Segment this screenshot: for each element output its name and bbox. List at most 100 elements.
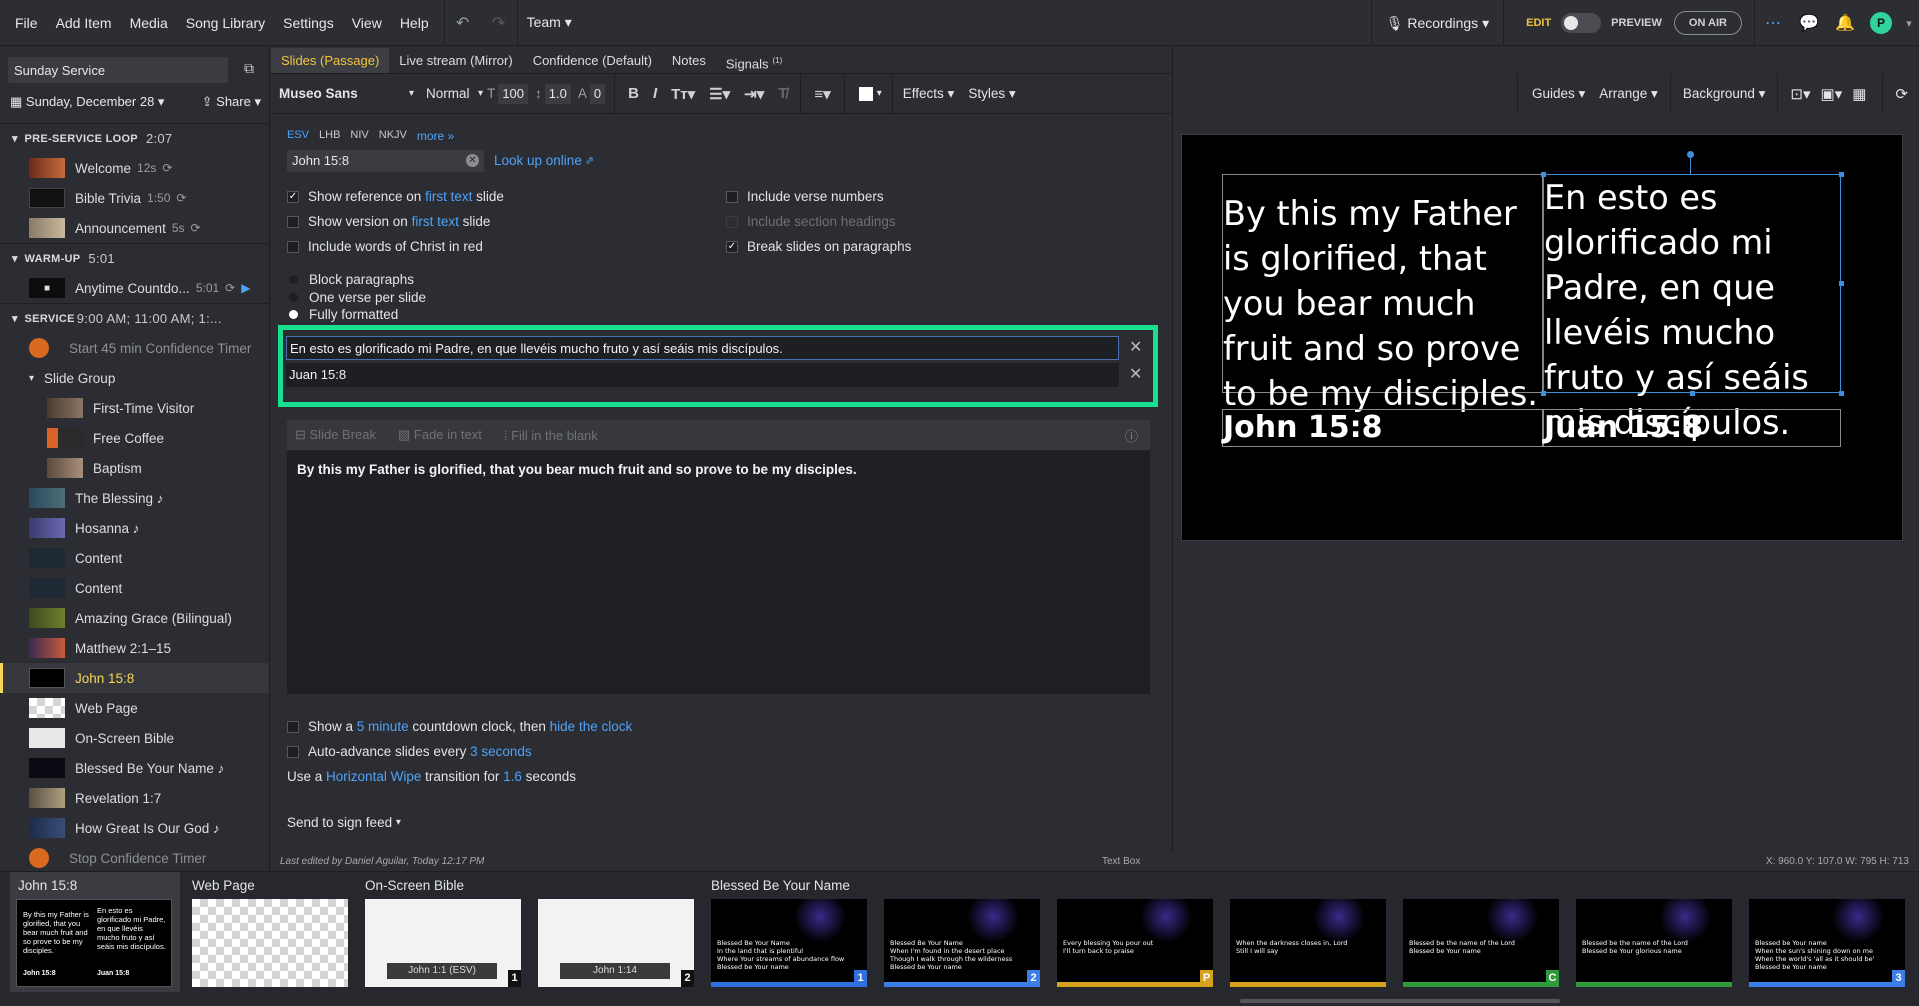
chat-icon[interactable]: 💬 [1791,0,1827,46]
italic-icon[interactable]: I [646,85,664,102]
resize-handle[interactable] [1541,391,1546,396]
team-dropdown[interactable]: Team ▾ [518,14,581,31]
english-text-box[interactable]: By this my Father is glorified, that you… [1222,174,1543,413]
text-box-icon[interactable]: ⊡▾ [1790,85,1810,103]
clear-format-icon[interactable]: T̸ [771,85,794,102]
verse-numbers-checkbox[interactable]: Include verse numbers [726,189,884,204]
menu-file[interactable]: File [6,15,47,31]
list-item[interactable]: Content [0,543,269,573]
share-dropdown[interactable]: ⇪ Share ▾ [202,94,261,110]
option-link[interactable]: 5 minute [357,719,409,734]
list-item[interactable]: Start 45 min Confidence Timer [0,333,269,363]
font-dropdown[interactable]: Museo Sans [279,86,409,101]
radio-fully-formatted[interactable]: Fully formatted [289,307,398,322]
slide-thumbnail[interactable]: By this my Father is glorified, that you… [16,899,172,987]
show-version-checkbox[interactable]: Show version on first text slide [287,214,490,229]
line-height-input[interactable]: 1.0 [544,83,571,104]
undo-icon[interactable]: ↶ [445,0,481,46]
info-icon[interactable]: ⓘ [1125,426,1138,445]
avatar[interactable]: P [1863,0,1899,46]
list-item[interactable]: Hosanna ♪ [0,513,269,543]
image-icon[interactable]: ▣▾ [1821,85,1843,103]
break-paragraphs-checkbox[interactable]: ✓ Break slides on paragraphs [726,239,911,254]
chevron-down-icon[interactable]: ▾ [1899,0,1919,46]
checkbox[interactable]: ✓ [726,240,738,253]
effects-dropdown[interactable]: Effects ▾ [903,86,955,102]
words-of-christ-checkbox[interactable]: Include words of Christ in red [287,239,483,254]
show-reference-checkbox[interactable]: ✓ Show reference on first text slide [287,189,504,204]
slide-break-button[interactable]: ⊟ Slide Break [295,427,376,443]
close-icon[interactable]: ✕ [1129,337,1142,357]
option-link[interactable]: hide the clock [550,719,633,734]
menu-settings[interactable]: Settings [274,15,343,31]
slide-thumbnail[interactable]: Every blessing You pour out I'll turn ba… [1057,899,1213,987]
spanish-text-box[interactable]: En esto es glorificado mi Padre, en que … [1543,174,1841,442]
passage-text-editor[interactable]: ⊟ Slide Break ▨ Fade in text ⁞ Fill in t… [287,420,1150,694]
recordings-dropdown[interactable]: 🎙 Recordings ▾ [1372,15,1503,32]
slide-thumbnail[interactable]: Blessed be the name of the Lord Blessed … [1403,899,1559,987]
menu-song-library[interactable]: Song Library [177,15,274,31]
translation-reference-input[interactable]: Juan 15:8 [286,363,1119,387]
section-warm-up[interactable]: ▾ WARM-UP 5:01 [0,243,269,273]
clear-icon[interactable]: ✕ [466,154,479,167]
resize-handle[interactable] [1839,391,1844,396]
countdown-option[interactable]: Show a 5 minute countdown clock, then hi… [287,719,632,734]
resize-handle[interactable] [1541,172,1546,177]
horizontal-scrollbar[interactable] [1240,999,1560,1003]
more-circle-icon[interactable]: ⋯ [1755,0,1791,46]
slide-thumbnail[interactable]: Blessed Be Your Name When I'm found in t… [884,899,1040,987]
color-swatch[interactable] [858,86,873,101]
list-item[interactable]: First-Time Visitor [0,393,269,423]
refresh-icon[interactable]: ⟳ [1895,85,1908,103]
option-link[interactable]: first text [425,189,472,204]
guides-dropdown[interactable]: Guides ▾ [1532,86,1585,102]
weight-dropdown[interactable]: Normal [426,86,478,101]
english-reference-box[interactable]: John 15:8 [1222,409,1543,447]
bell-icon[interactable]: 🔔 [1827,0,1863,46]
passage-text[interactable]: By this my Father is glorified, that you… [287,450,1150,489]
align-icon[interactable]: ≡▾ [807,85,837,103]
checkbox[interactable] [287,720,299,733]
on-air-button[interactable]: ON AIR [1673,11,1742,35]
more-versions-link[interactable]: more » [417,129,454,143]
bulleted-list-icon[interactable]: ☰▾ [702,85,737,103]
option-link[interactable]: 3 seconds [470,744,532,759]
version-nkjv[interactable]: NKJV [379,129,407,143]
list-item[interactable]: Content [0,573,269,603]
radio-button[interactable] [289,310,298,319]
edit-preview-toggle[interactable] [1561,13,1602,33]
slide-thumbnail[interactable]: Blessed be the name of the Lord Blessed … [1576,899,1732,987]
list-item[interactable]: Matthew 2:1–15 [0,633,269,663]
date-dropdown[interactable]: ▦ Sunday, December 28 ▾ [10,94,164,110]
menu-media[interactable]: Media [121,15,177,31]
background-dropdown[interactable]: Background ▾ [1683,86,1766,102]
slide-thumbnail[interactable]: John 1:14 2 [538,899,694,987]
list-item[interactable]: On-Screen Bible [0,723,269,753]
open-external-icon[interactable]: ⧉ [244,60,254,77]
translation-text-input[interactable]: En esto es glorificado mi Padre, en que … [286,336,1119,360]
section-service[interactable]: ▾ SERVICE 9:00 AM; 11:00 AM; 1:... [0,303,269,333]
list-item[interactable]: Stop Confidence Timer [0,843,269,871]
list-item[interactable]: ■ Anytime Countdo... 5:01 ⟳ ▶ [0,273,269,303]
redo-icon[interactable]: ↷ [481,0,517,46]
menu-help[interactable]: Help [391,15,438,31]
version-esv[interactable]: ESV [287,129,309,143]
list-item[interactable]: Web Page [0,693,269,723]
spanish-reference-box[interactable]: Juan 15:8 [1543,409,1841,447]
list-item[interactable]: How Great Is Our God ♪ [0,813,269,843]
fade-in-text-button[interactable]: ▨ Fade in text [398,427,482,443]
tab-slides[interactable]: Slides (Passage) [271,48,390,73]
list-item[interactable]: Free Coffee [0,423,269,453]
tab-signals[interactable]: Signals (1) [716,48,792,73]
resize-handle[interactable] [1839,172,1844,177]
version-niv[interactable]: NIV [350,129,368,143]
tab-confidence[interactable]: Confidence (Default) [523,48,662,73]
radio-button[interactable] [289,293,298,302]
arrange-dropdown[interactable]: Arrange ▾ [1599,86,1658,102]
list-item[interactable]: The Blessing ♪ [0,483,269,513]
tab-live[interactable]: Live stream (Mirror) [389,48,522,73]
list-item[interactable]: Welcome 12s ⟳ [0,153,269,183]
letter-spacing-input[interactable]: 0 [589,83,606,104]
option-link[interactable]: first text [412,214,459,229]
radio-block-paragraphs[interactable]: Block paragraphs [289,272,414,287]
